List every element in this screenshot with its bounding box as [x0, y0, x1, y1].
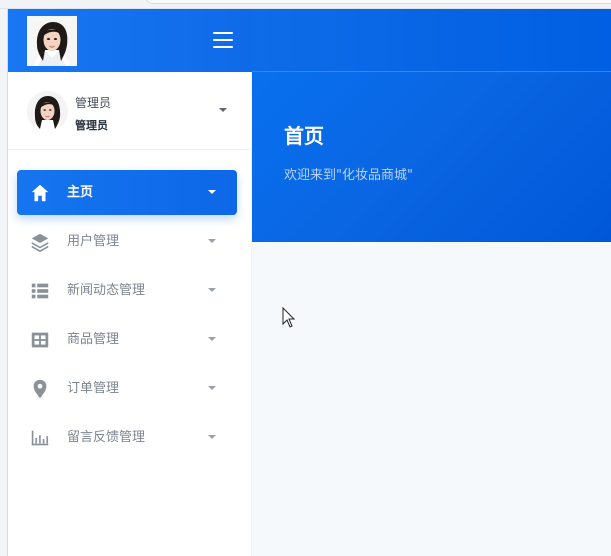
- sidebar-item-label: 订单管理: [67, 381, 120, 396]
- chevron-down-icon: [208, 386, 216, 390]
- logo-avatar: [27, 16, 77, 66]
- user-avatar: [27, 91, 68, 132]
- sidebar-item-home[interactable]: 主页: [17, 170, 237, 215]
- grid-icon: [31, 332, 49, 348]
- chevron-down-icon: [208, 288, 216, 292]
- sidebar: 管理员 管理员 主页 用户管理 新闻动态管理 商品管理 订单管理 留言反馈管理: [8, 72, 252, 556]
- top-navbar: [252, 9, 611, 72]
- chevron-down-icon: [208, 239, 216, 243]
- sidebar-item-label: 主页: [67, 185, 94, 200]
- home-icon: [31, 184, 49, 202]
- welcome-message: 欢迎来到"化妆品商城": [284, 168, 413, 183]
- chevron-down-icon: [208, 337, 216, 341]
- user-dropdown-caret-icon[interactable]: [219, 108, 227, 112]
- browser-top-edge: [0, 0, 611, 9]
- layers-icon: [31, 233, 49, 253]
- user-role: 管理员: [75, 119, 108, 132]
- sidebar-item-news-management[interactable]: 新闻动态管理: [17, 268, 237, 313]
- chevron-down-icon: [208, 435, 216, 439]
- sidebar-item-label: 留言反馈管理: [67, 430, 146, 445]
- bar-chart-icon: [31, 430, 49, 446]
- sidebar-item-order-management[interactable]: 订单管理: [17, 366, 237, 411]
- user-panel[interactable]: 管理员 管理员: [8, 72, 252, 150]
- sidebar-item-user-management[interactable]: 用户管理: [17, 219, 237, 264]
- chevron-down-icon: [208, 190, 216, 194]
- page-header: 首页 欢迎来到"化妆品商城": [252, 72, 611, 242]
- user-name: 管理员: [75, 96, 112, 110]
- page-title: 首页: [284, 124, 324, 148]
- sidebar-item-label: 用户管理: [67, 234, 120, 249]
- sidebar-item-label: 新闻动态管理: [67, 283, 146, 298]
- sidebar-item-product-management[interactable]: 商品管理: [17, 317, 237, 362]
- sidebar-item-feedback-management[interactable]: 留言反馈管理: [17, 415, 237, 460]
- list-icon: [31, 283, 49, 299]
- sidebar-item-label: 商品管理: [67, 332, 120, 347]
- browser-tab-edge: [145, 0, 611, 4]
- admin-app: 管理员 管理员 主页 用户管理 新闻动态管理 商品管理 订单管理 留言反馈管理 …: [0, 0, 611, 556]
- browser-left-edge: [0, 0, 8, 556]
- sidebar-header: [8, 9, 252, 72]
- hamburger-menu-icon[interactable]: [213, 31, 233, 49]
- main-content-area: [252, 242, 611, 556]
- location-pin-icon: [33, 379, 47, 399]
